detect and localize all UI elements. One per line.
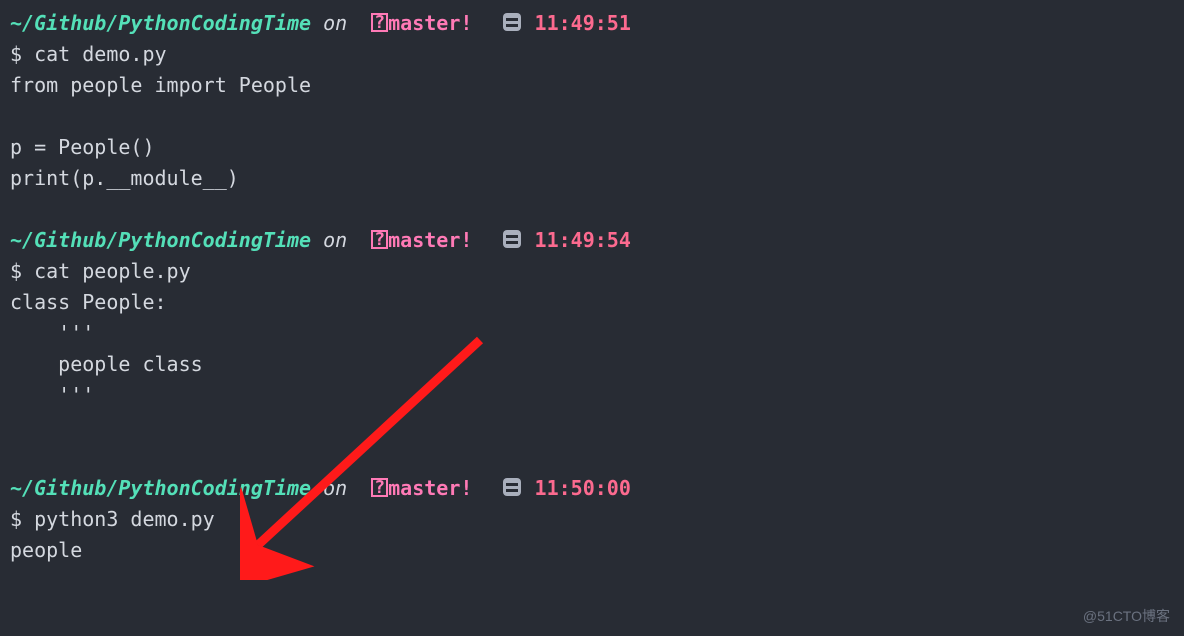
prompt-on: on [323, 11, 347, 35]
prompt-path: ~/Github/PythonCodingTime [10, 476, 311, 500]
command-text: cat people.py [34, 259, 191, 283]
spacer [10, 442, 1174, 473]
terminal-block-1: ~/Github/PythonCodingTime on ?master! 11… [10, 225, 1174, 442]
terminal-block-2: ~/Github/PythonCodingTime on ?master! 11… [10, 473, 1174, 566]
prompt-path: ~/Github/PythonCodingTime [10, 228, 311, 252]
output-line: p = People() [10, 132, 1174, 163]
output-line [10, 411, 1174, 442]
branch-indicator: ?master! [371, 11, 472, 35]
output-line: people [10, 535, 1174, 566]
output-line: people class [10, 349, 1174, 380]
branch-name: master! [388, 11, 472, 35]
output-line: from people import People [10, 70, 1174, 101]
branch-indicator: ?master! [371, 228, 472, 252]
command-line[interactable]: $ python3 demo.py [10, 504, 1174, 535]
prompt-path: ~/Github/PythonCodingTime [10, 11, 311, 35]
prompt-symbol: $ [10, 507, 22, 531]
command-text: python3 demo.py [34, 507, 215, 531]
branch-question-icon: ? [371, 478, 388, 497]
prompt-line: ~/Github/PythonCodingTime on ?master! 11… [10, 225, 1174, 256]
output-line: class People: [10, 287, 1174, 318]
clock-icon [503, 478, 521, 496]
prompt-line: ~/Github/PythonCodingTime on ?master! 11… [10, 8, 1174, 39]
clock-icon [503, 13, 521, 31]
command-line[interactable]: $ cat demo.py [10, 39, 1174, 70]
prompt-time: 11:49:51 [535, 11, 631, 35]
prompt-line: ~/Github/PythonCodingTime on ?master! 11… [10, 473, 1174, 504]
branch-indicator: ?master! [371, 476, 472, 500]
prompt-symbol: $ [10, 259, 22, 283]
prompt-on: on [323, 476, 347, 500]
prompt-time: 11:49:54 [535, 228, 631, 252]
output-line: ''' [10, 318, 1174, 349]
branch-name: master! [388, 228, 472, 252]
terminal-block-0: ~/Github/PythonCodingTime on ?master! 11… [10, 8, 1174, 194]
branch-question-icon: ? [371, 230, 388, 249]
prompt-on: on [323, 228, 347, 252]
command-text: cat demo.py [34, 42, 166, 66]
branch-question-icon: ? [371, 13, 388, 32]
output-line: print(p.__module__) [10, 163, 1174, 194]
prompt-time: 11:50:00 [535, 476, 631, 500]
prompt-symbol: $ [10, 42, 22, 66]
watermark: @51CTO博客 [1083, 606, 1170, 628]
command-line[interactable]: $ cat people.py [10, 256, 1174, 287]
clock-icon [503, 230, 521, 248]
output-line: ''' [10, 380, 1174, 411]
output-line [10, 101, 1174, 132]
branch-name: master! [388, 476, 472, 500]
spacer [10, 194, 1174, 225]
